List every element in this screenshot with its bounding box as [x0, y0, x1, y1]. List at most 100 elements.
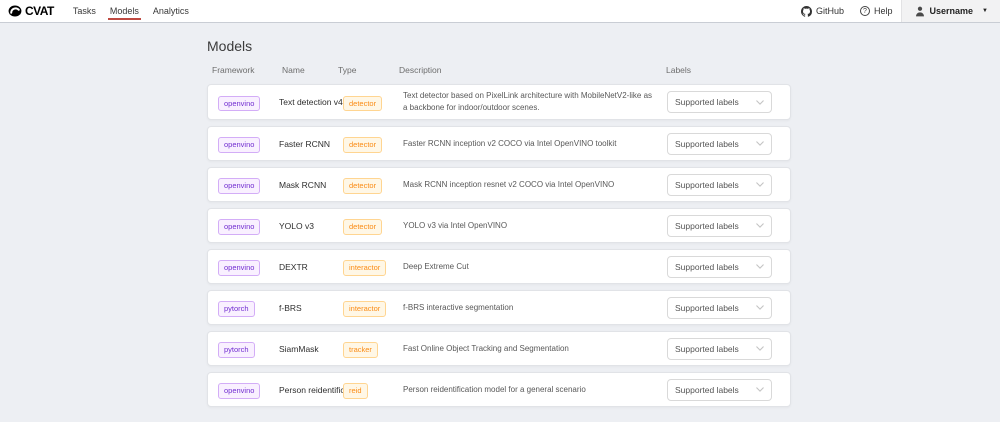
supported-labels-text: Supported labels	[675, 139, 739, 149]
model-table-row: pytorch SiamMask tracker Fast Online Obj…	[207, 331, 791, 366]
type-tag: reid	[343, 383, 368, 398]
framework-cell: openvino	[218, 257, 279, 275]
framework-tag: pytorch	[218, 301, 255, 316]
col-header-labels: Labels	[666, 64, 791, 77]
model-description: Mask RCNN inception resnet v2 COCO via I…	[403, 179, 667, 191]
page-title: Models	[207, 37, 1000, 55]
col-header-description: Description	[399, 64, 666, 77]
help-label: Help	[874, 6, 893, 16]
supported-labels-text: Supported labels	[675, 385, 739, 395]
framework-cell: openvino	[218, 93, 279, 111]
supported-labels-select[interactable]: Supported labels	[667, 174, 772, 196]
nav-item-tasks[interactable]: Tasks	[66, 0, 103, 22]
nav-item-label: Analytics	[153, 6, 189, 16]
nav-item-label: Tasks	[73, 6, 96, 16]
supported-labels-select[interactable]: Supported labels	[667, 297, 772, 319]
model-description: Faster RCNN inception v2 COCO via Intel …	[403, 138, 667, 150]
model-description: Deep Extreme Cut	[403, 261, 667, 273]
caret-down-icon: ▼	[982, 8, 988, 14]
framework-cell: pytorch	[218, 339, 279, 357]
model-name: YOLO v3	[279, 221, 343, 231]
labels-cell: Supported labels	[667, 256, 780, 278]
top-navbar: CVAT Tasks Models Analytics GitHub ? Hel…	[0, 0, 1000, 23]
models-table: Framework Name Type Description Labels o…	[207, 64, 791, 407]
user-menu[interactable]: Username ▼	[901, 0, 1000, 22]
col-header-framework: Framework	[212, 64, 282, 77]
type-tag: detector	[343, 178, 382, 193]
type-tag: detector	[343, 219, 382, 234]
model-description: Person reidentification model for a gene…	[403, 384, 667, 396]
type-cell: reid	[343, 380, 403, 398]
model-description: Fast Online Object Tracking and Segmenta…	[403, 343, 667, 355]
chevron-down-icon	[756, 182, 764, 187]
github-label: GitHub	[816, 6, 844, 16]
type-cell: detector	[343, 134, 403, 152]
chevron-down-icon	[756, 141, 764, 146]
type-cell: interactor	[343, 257, 403, 275]
model-table-row: openvino Person reidentificati... reid P…	[207, 372, 791, 407]
framework-tag: openvino	[218, 178, 260, 193]
type-tag: interactor	[343, 301, 386, 316]
github-link[interactable]: GitHub	[793, 0, 852, 22]
model-name: SiamMask	[279, 344, 343, 354]
chevron-down-icon	[756, 223, 764, 228]
type-cell: detector	[343, 216, 403, 234]
supported-labels-select[interactable]: Supported labels	[667, 379, 772, 401]
github-icon	[801, 6, 812, 17]
chevron-down-icon	[756, 346, 764, 351]
labels-cell: Supported labels	[667, 379, 780, 401]
supported-labels-text: Supported labels	[675, 262, 739, 272]
chevron-down-icon	[756, 100, 764, 105]
model-name: Mask RCNN	[279, 180, 343, 190]
chevron-down-icon	[756, 387, 764, 392]
model-description: YOLO v3 via Intel OpenVINO	[403, 220, 667, 232]
labels-cell: Supported labels	[667, 338, 780, 360]
type-cell: tracker	[343, 339, 403, 357]
supported-labels-select[interactable]: Supported labels	[667, 91, 772, 113]
type-tag: detector	[343, 137, 382, 152]
model-table-row: openvino Text detection v4 detector Text…	[207, 84, 791, 120]
framework-cell: openvino	[218, 380, 279, 398]
framework-tag: openvino	[218, 383, 260, 398]
supported-labels-select[interactable]: Supported labels	[667, 215, 772, 237]
type-cell: interactor	[343, 298, 403, 316]
nav-item-analytics[interactable]: Analytics	[146, 0, 196, 22]
framework-cell: openvino	[218, 216, 279, 234]
model-table-row: pytorch f-BRS interactor f-BRS interacti…	[207, 290, 791, 325]
framework-cell: pytorch	[218, 298, 279, 316]
model-name: Faster RCNN	[279, 139, 343, 149]
supported-labels-text: Supported labels	[675, 344, 739, 354]
help-icon: ?	[860, 6, 870, 16]
nav-item-models[interactable]: Models	[103, 0, 146, 22]
model-name: f-BRS	[279, 303, 343, 313]
model-name: DEXTR	[279, 262, 343, 272]
supported-labels-text: Supported labels	[675, 303, 739, 313]
user-icon	[915, 6, 925, 17]
help-link[interactable]: ? Help	[852, 0, 901, 22]
type-cell: detector	[343, 93, 403, 111]
labels-cell: Supported labels	[667, 215, 780, 237]
framework-tag: openvino	[218, 96, 260, 111]
type-tag: detector	[343, 96, 382, 111]
supported-labels-select[interactable]: Supported labels	[667, 133, 772, 155]
models-page: Models Framework Name Type Description L…	[0, 23, 1000, 407]
nav-item-label: Models	[110, 6, 139, 16]
model-description: f-BRS interactive segmentation	[403, 302, 667, 314]
type-cell: detector	[343, 175, 403, 193]
model-name: Text detection v4	[279, 97, 343, 107]
supported-labels-select[interactable]: Supported labels	[667, 338, 772, 360]
supported-labels-text: Supported labels	[675, 97, 739, 107]
framework-tag: openvino	[218, 260, 260, 275]
supported-labels-select[interactable]: Supported labels	[667, 256, 772, 278]
cvat-logo[interactable]: CVAT	[8, 4, 54, 18]
labels-cell: Supported labels	[667, 91, 780, 113]
labels-cell: Supported labels	[667, 133, 780, 155]
framework-tag: openvino	[218, 219, 260, 234]
chevron-down-icon	[756, 305, 764, 310]
model-rows: openvino Text detection v4 detector Text…	[207, 84, 791, 407]
model-description: Text detector based on PixelLink archite…	[403, 90, 667, 114]
supported-labels-text: Supported labels	[675, 180, 739, 190]
cvat-logo-icon	[8, 5, 22, 17]
type-tag: interactor	[343, 260, 386, 275]
framework-tag: pytorch	[218, 342, 255, 357]
